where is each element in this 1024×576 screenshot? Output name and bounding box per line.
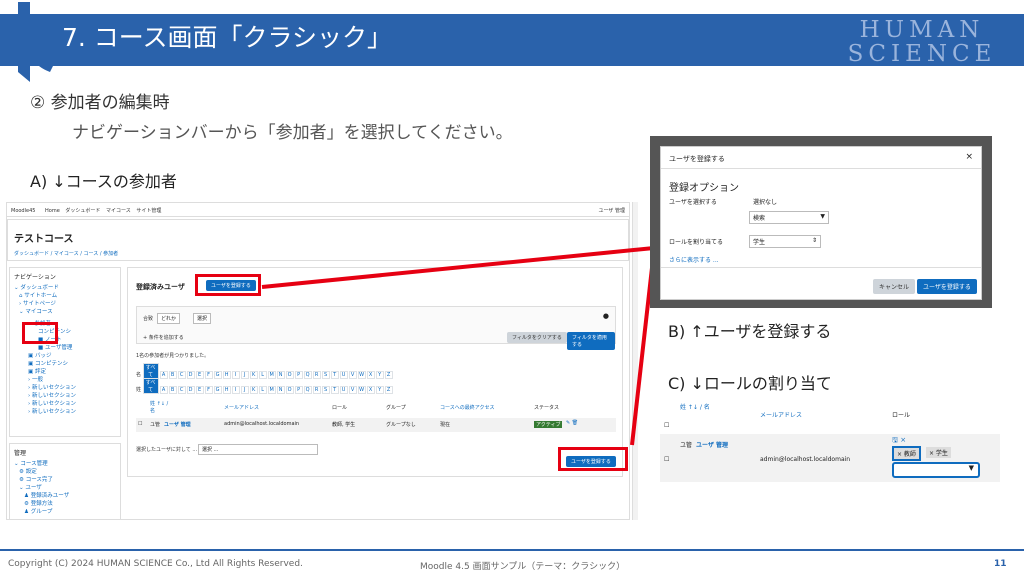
enrol-options-heading: 登録オプション bbox=[669, 183, 739, 194]
user-search-select[interactable]: 検索 ▼ bbox=[749, 211, 829, 224]
enrol-dialog: ユーザを登録する × 登録オプション ユーザを選択する 選択なし 検索 ▼ ロール… bbox=[660, 146, 982, 300]
page-number: 11 bbox=[994, 559, 1007, 569]
user-name-link[interactable]: ユーザ 管理 bbox=[696, 440, 728, 449]
show-more-link[interactable]: さらに表示する ... bbox=[669, 255, 719, 264]
header-checkbox[interactable]: ☐ bbox=[664, 422, 669, 429]
enrol-dialog-screenshot: ユーザを登録する × 登録オプション ユーザを選択する 選択なし 検索 ▼ ロール… bbox=[650, 136, 992, 308]
enrol-submit-button[interactable]: ユーザを登録する bbox=[917, 279, 977, 294]
role-assign-screenshot: 姓 ↑↓ / 名 メールアドレス ロール ☐ ☐ ユ管 ユーザ 管理 admin… bbox=[660, 398, 1000, 482]
row-checkbox[interactable]: ☐ bbox=[664, 456, 669, 463]
user-email: admin@localhost.localdomain bbox=[760, 456, 851, 463]
close-icon[interactable]: × bbox=[965, 152, 973, 162]
table-row: ☐ ユ管 ユーザ 管理 admin@localhost.localdomain … bbox=[660, 434, 1000, 482]
footer-line bbox=[0, 549, 1024, 551]
no-selection-text: 選択なし bbox=[753, 199, 778, 206]
avatar: ユ管 bbox=[680, 442, 693, 449]
footer-copyright: Copyright (C) 2024 HUMAN SCIENCE Co., Lt… bbox=[8, 559, 303, 569]
assign-role-label: ロールを割り当てる bbox=[669, 239, 724, 246]
col-email[interactable]: メールアドレス bbox=[760, 410, 802, 419]
cancel-button[interactable]: キャンセル bbox=[873, 279, 916, 294]
dialog-title: ユーザを登録する bbox=[669, 155, 725, 163]
role-autocomplete-input[interactable]: ▼ bbox=[892, 462, 980, 478]
col-role: ロール bbox=[892, 412, 911, 419]
role-select[interactable]: 学生 ⇕ bbox=[749, 235, 821, 248]
footer-center: Moodle 4.5 画面サンプル（テーマ：クラシック） bbox=[420, 562, 626, 572]
role-tag-teacher[interactable]: × 教師 bbox=[892, 446, 921, 461]
select-users-label: ユーザを選択する bbox=[669, 199, 717, 206]
col-name[interactable]: 姓 ↑↓ / 名 bbox=[680, 402, 710, 411]
role-tag-student[interactable]: × 学生 bbox=[926, 447, 951, 458]
